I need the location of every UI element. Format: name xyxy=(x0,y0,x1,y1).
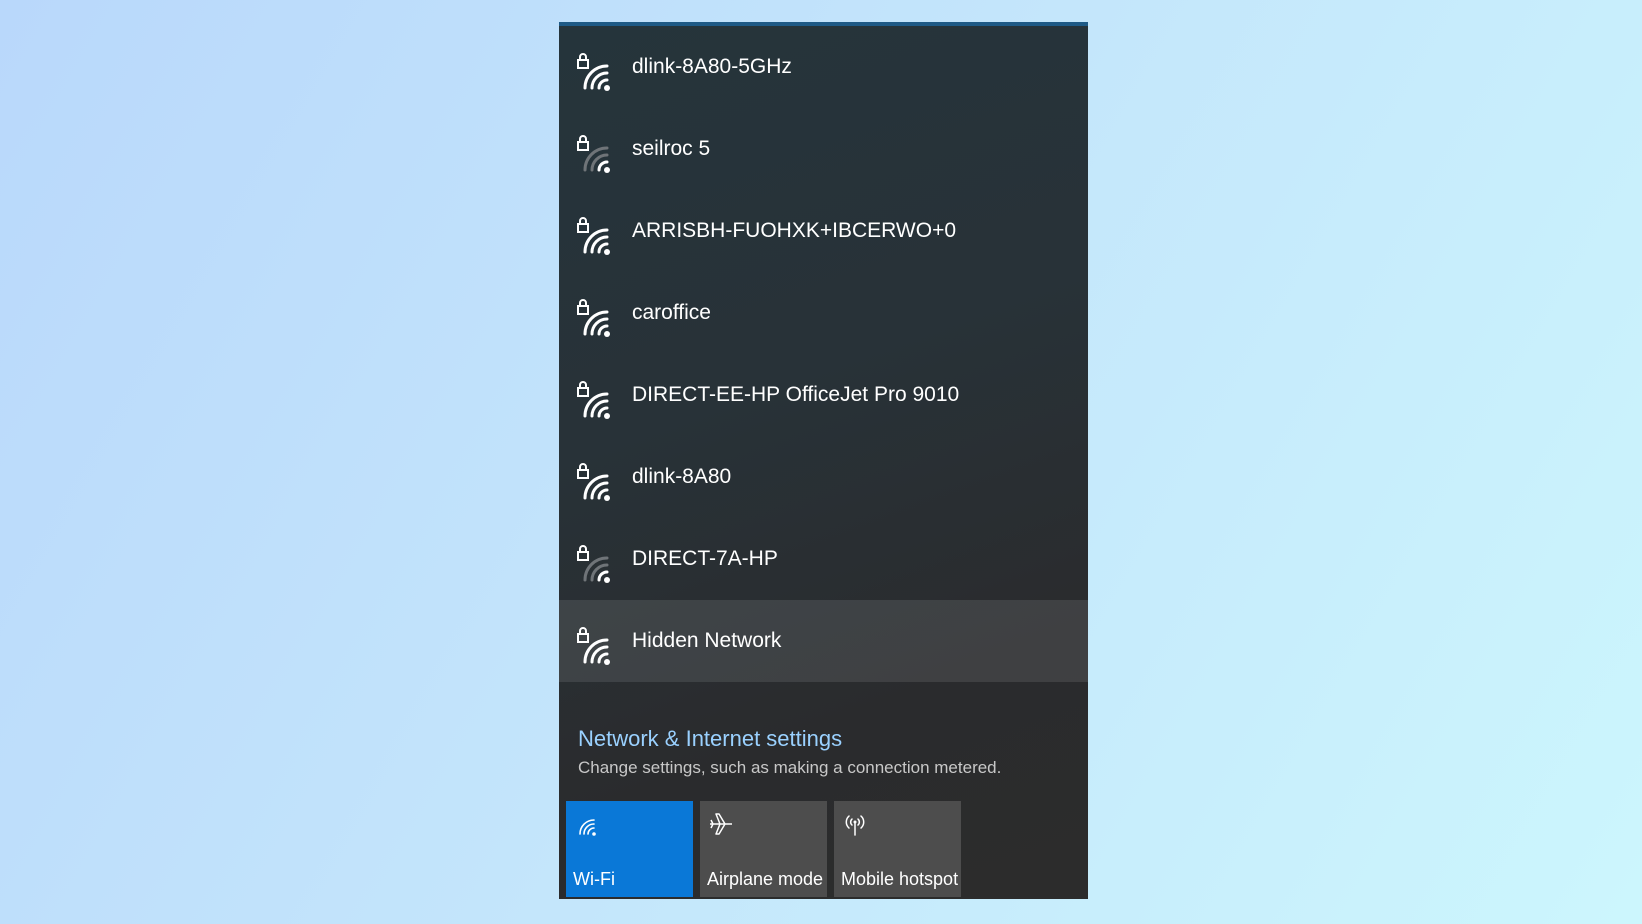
airplane-icon xyxy=(710,813,732,835)
network-item-hidden[interactable]: Hidden Network xyxy=(559,600,1088,682)
network-item[interactable]: caroffice xyxy=(559,272,1088,354)
wifi-secured-icon xyxy=(577,463,610,501)
network-item[interactable]: dlink-8A80 xyxy=(559,436,1088,518)
wifi-secured-icon xyxy=(577,627,610,665)
network-item[interactable]: DIRECT-EE-HP OfficeJet Pro 9010 xyxy=(559,354,1088,436)
wifi-secured-icon xyxy=(577,299,610,337)
wifi-secured-icon xyxy=(577,53,610,91)
network-item[interactable]: seilroc 5 xyxy=(559,108,1088,190)
network-name: dlink-8A80-5GHz xyxy=(632,55,792,78)
network-list: dlink-8A80-5GHz seilroc 5 ARRISBH-FUOHXK… xyxy=(559,26,1088,682)
mobile-hotspot-button[interactable]: Mobile hotspot xyxy=(834,801,961,897)
network-name: seilroc 5 xyxy=(632,137,711,160)
network-name: Hidden Network xyxy=(632,629,782,652)
wifi-toggle-button[interactable]: Wi-Fi xyxy=(566,801,693,897)
wifi-secured-icon xyxy=(577,135,610,173)
network-name: dlink-8A80 xyxy=(632,465,732,488)
hotspot-icon xyxy=(845,815,865,836)
settings-description: Change settings, such as making a connec… xyxy=(578,758,1002,777)
network-item[interactable]: dlink-8A80-5GHz xyxy=(559,26,1088,108)
wifi-secured-icon xyxy=(577,545,610,583)
airplane-mode-button[interactable]: Airplane mode xyxy=(700,801,827,897)
network-name: DIRECT-7A-HP xyxy=(632,547,778,570)
network-name: caroffice xyxy=(632,301,711,324)
wifi-secured-icon xyxy=(577,217,610,255)
tile-label: Mobile hotspot xyxy=(841,869,959,889)
network-settings-link[interactable]: Network & Internet settings xyxy=(578,724,1001,754)
tile-label: Wi-Fi xyxy=(573,869,615,889)
network-item[interactable]: ARRISBH-FUOHXK+IBCERWO+0 xyxy=(559,190,1088,272)
wifi-icon xyxy=(579,819,596,836)
network-name: DIRECT-EE-HP OfficeJet Pro 9010 xyxy=(632,383,960,406)
network-item[interactable]: DIRECT-7A-HP xyxy=(559,518,1088,600)
settings-section: Network & Internet settings Change setti… xyxy=(578,724,1001,778)
network-name: ARRISBH-FUOHXK+IBCERWO+0 xyxy=(632,219,957,242)
network-flyout: dlink-8A80-5GHz seilroc 5 ARRISBH-FUOHXK… xyxy=(559,22,1088,899)
tile-label: Airplane mode xyxy=(707,869,824,889)
wifi-secured-icon xyxy=(577,381,610,419)
